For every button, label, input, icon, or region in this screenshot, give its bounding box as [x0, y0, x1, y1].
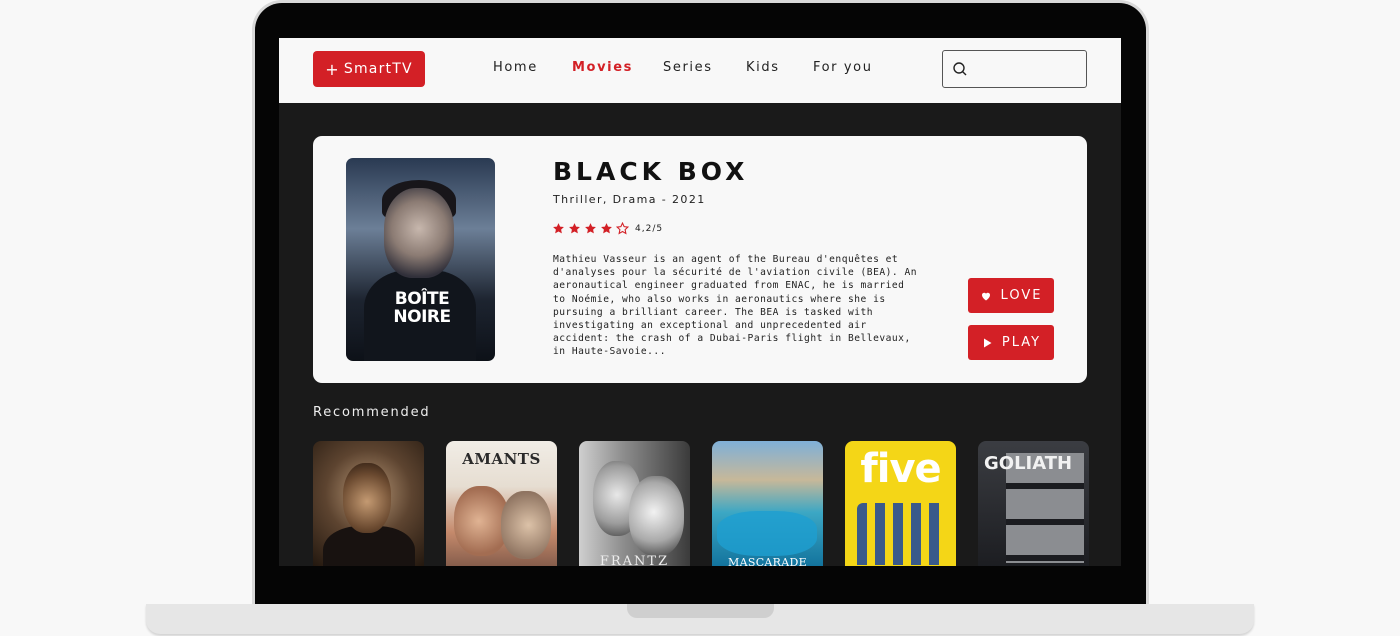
recommended-poster-five[interactable]: five: [845, 441, 956, 566]
nav-kids[interactable]: Kids: [746, 60, 780, 75]
recommended-poster-amants[interactable]: AMANTS: [446, 441, 557, 566]
plus-icon: +: [325, 59, 340, 79]
featured-poster[interactable]: BOÎTE NOIRE: [346, 158, 495, 361]
poster-pool: [717, 511, 817, 556]
nav-movies[interactable]: Movies: [572, 60, 633, 75]
recommended-poster-mascarade[interactable]: MASCARADE: [712, 441, 823, 566]
star-filled-icon: [569, 223, 580, 234]
star-filled-icon: [585, 223, 596, 234]
movie-title: BLACK BOX: [553, 157, 749, 186]
poster-title: AMANTS: [462, 450, 541, 468]
poster-figures: [857, 503, 945, 565]
poster-face: [629, 476, 684, 556]
star-filled-icon: [553, 223, 564, 234]
play-label: PLAY: [1001, 335, 1042, 350]
recommended-poster-frantz[interactable]: FRANTZ: [579, 441, 690, 566]
poster-face: [501, 491, 551, 559]
play-icon: [983, 338, 992, 347]
nav-series[interactable]: Series: [663, 60, 713, 75]
featured-movie-card: BOÎTE NOIRE BLACK BOX Thriller, Drama - …: [313, 136, 1087, 383]
rating-value: 4,2/5: [635, 224, 664, 234]
nav-home[interactable]: Home: [493, 60, 538, 75]
poster-title: BOÎTE NOIRE: [393, 289, 451, 327]
poster-title: five: [860, 446, 941, 492]
logo-text: SmartTV: [343, 61, 413, 77]
recommended-poster-goliath[interactable]: GOLIATH: [978, 441, 1089, 566]
poster-face: [384, 188, 454, 278]
movie-genre-year: Thriller, Drama - 2021: [553, 193, 706, 206]
movie-synopsis: Mathieu Vasseur is an agent of the Burea…: [553, 254, 918, 358]
poster-title: MASCARADE: [728, 556, 807, 566]
search-input[interactable]: [942, 50, 1087, 88]
navbar: + SmartTV Home Movies Series Kids For yo…: [279, 38, 1121, 103]
search-icon: [953, 62, 967, 76]
poster-title: FRANTZ: [599, 554, 670, 566]
app-screen: + SmartTV Home Movies Series Kids For yo…: [279, 38, 1121, 566]
love-label: LOVE: [1000, 288, 1043, 303]
poster-title: GOLIATH: [984, 453, 1072, 475]
play-button[interactable]: PLAY: [968, 325, 1054, 360]
rating-stars: [552, 222, 629, 235]
recommended-poster-1[interactable]: [313, 441, 424, 566]
recommended-heading: Recommended: [313, 405, 431, 420]
star-filled-icon: [601, 223, 612, 234]
smarttv-logo-button[interactable]: + SmartTV: [313, 51, 425, 87]
recommended-list: AMANTS FRANTZ MASCARADE five GOLIATH: [313, 441, 1089, 566]
love-button[interactable]: LOVE: [968, 278, 1054, 313]
laptop-notch: [627, 604, 774, 618]
heart-icon: [981, 292, 990, 300]
nav-for-you[interactable]: For you: [813, 60, 873, 75]
poster-face: [343, 463, 391, 533]
star-empty-icon: [616, 222, 629, 235]
